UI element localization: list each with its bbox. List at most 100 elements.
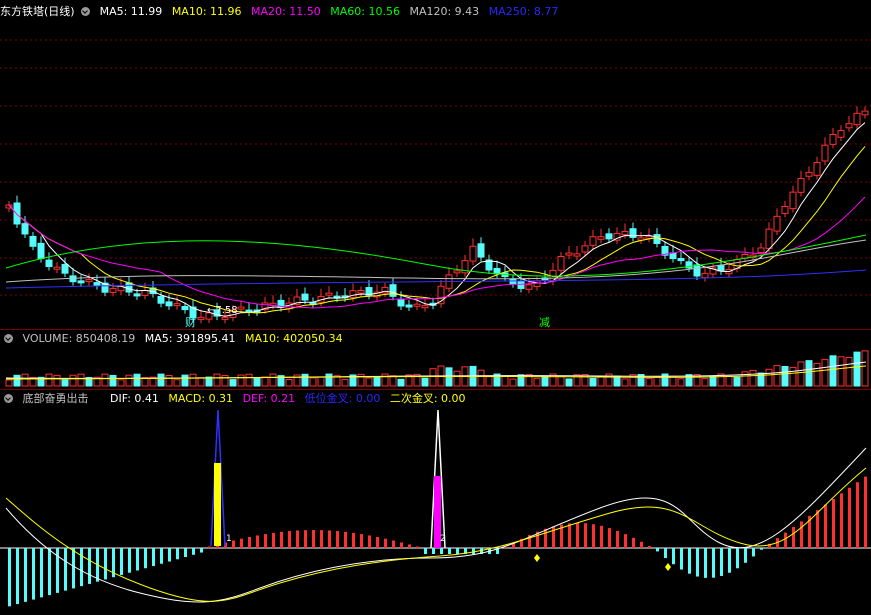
candle-body [765,228,773,249]
candle-body [45,259,53,268]
volume-bar [765,368,773,387]
volume-ma5: MA5: 391895.41 [144,332,236,345]
macd-histogram-bar [384,538,387,548]
macd-histogram-bar [104,548,107,580]
volume-bar [773,365,781,387]
event-marker-jian[interactable]: 减 [539,314,550,330]
macd-histogram-bar [440,548,443,554]
volume-bar [133,373,141,387]
volume-chart[interactable] [0,348,871,388]
macd-histogram-bar [672,548,675,565]
volume-bar [557,375,565,387]
indicator-panel-header: 底部奋勇出击 DIF: 0.41 MACD: 0.31 DEF: 0.21 低位… [0,391,472,407]
candle-body [421,305,429,309]
volume-bar [237,374,245,387]
candle-body [845,123,853,129]
volume-bar [45,373,53,387]
volume-settings-icon[interactable] [4,334,13,343]
volume-bar [397,378,405,387]
candle-body [813,162,821,176]
candle-body [573,253,581,257]
macd-histogram-bar [88,548,91,584]
macd-histogram-bar [576,523,579,548]
candle-body [133,293,141,297]
candle-body [413,303,421,307]
candle-body [677,258,685,262]
candlestick-chart[interactable] [0,20,871,330]
volume-bar [117,379,125,387]
macd-histogram-bar [832,499,835,548]
candle-body [197,316,205,320]
candle-body [621,231,629,236]
volume-bar [325,373,333,387]
volume-bar [109,374,117,387]
macd-histogram-bar [200,548,203,553]
macd-histogram-bar [784,532,787,548]
candle-body [157,295,165,304]
macd-histogram-bar [848,487,851,548]
macd-histogram-bar [248,537,251,548]
macd-histogram-bar [824,504,827,548]
candle-body [509,278,517,285]
macd-histogram-bar [608,528,611,548]
candle-body [669,252,677,260]
panel-separator [0,329,871,330]
macd-histogram-bar [336,531,339,548]
macd-histogram-bar [240,538,243,548]
ma60-label: MA60: 10.56 [330,5,400,18]
candle-body [717,264,725,272]
macd-histogram-bar [208,546,211,548]
macd-histogram-bar [736,548,739,569]
candle-body [165,301,173,307]
ma5-line [8,122,866,317]
macd-histogram-bar [352,532,355,548]
macd-histogram-bar [152,548,155,566]
volume-bar [509,378,517,387]
event-marker-cai[interactable]: 财 [185,314,196,330]
indicator-settings-icon[interactable] [4,394,13,403]
macd-histogram-bar [120,548,123,575]
candle-body [453,270,461,274]
settings-circle-icon[interactable] [81,7,91,16]
macd-histogram-bar [680,548,683,570]
macd-histogram-bar [24,548,27,602]
candle-body [525,284,533,290]
macd-histogram-bar [280,531,283,548]
panel-separator [0,389,871,390]
dif-label: DIF: 0.41 [110,392,159,405]
volume-bar [157,373,165,387]
candle-body [397,298,405,307]
volume-bar [565,378,573,387]
macd-histogram-bar [16,548,19,605]
candle-body [821,144,829,162]
volume-bar [421,377,429,387]
ma5-label: MA5: 11.99 [99,5,163,18]
indicator-chart[interactable] [0,408,871,613]
candle-body [837,130,845,138]
candle-body [349,290,357,299]
volume-bar [845,357,853,387]
macd-histogram-bar [80,548,83,587]
candle-body [493,268,501,275]
macd-histogram-bar [344,531,347,548]
volume-bar [165,374,173,387]
candle-body [357,289,365,294]
candle-body [645,235,653,239]
main-panel-header: 东方铁塔(日线) MA5: 11.99 MA10: 11.96 MA20: 11… [0,4,564,20]
volume-bar [21,373,29,387]
volume-bar [837,356,845,387]
volume-bar [797,361,805,387]
ma120-label: MA120: 9.43 [409,5,480,18]
macd-histogram-bar [40,548,43,598]
ma10-line [8,146,866,314]
volume-bar [253,377,261,387]
volume-bar [645,377,653,387]
ma250-label: MA250: 8.77 [488,5,559,18]
macd-histogram-bar [144,548,147,569]
volume-bar [365,377,373,387]
macd-histogram-bar [688,548,691,574]
macd-histogram-bar [704,548,707,578]
candle-body [757,247,765,254]
cross1-label: 低位金叉: 0.00 [304,392,381,405]
ma20-label: MA20: 11.50 [251,5,321,18]
